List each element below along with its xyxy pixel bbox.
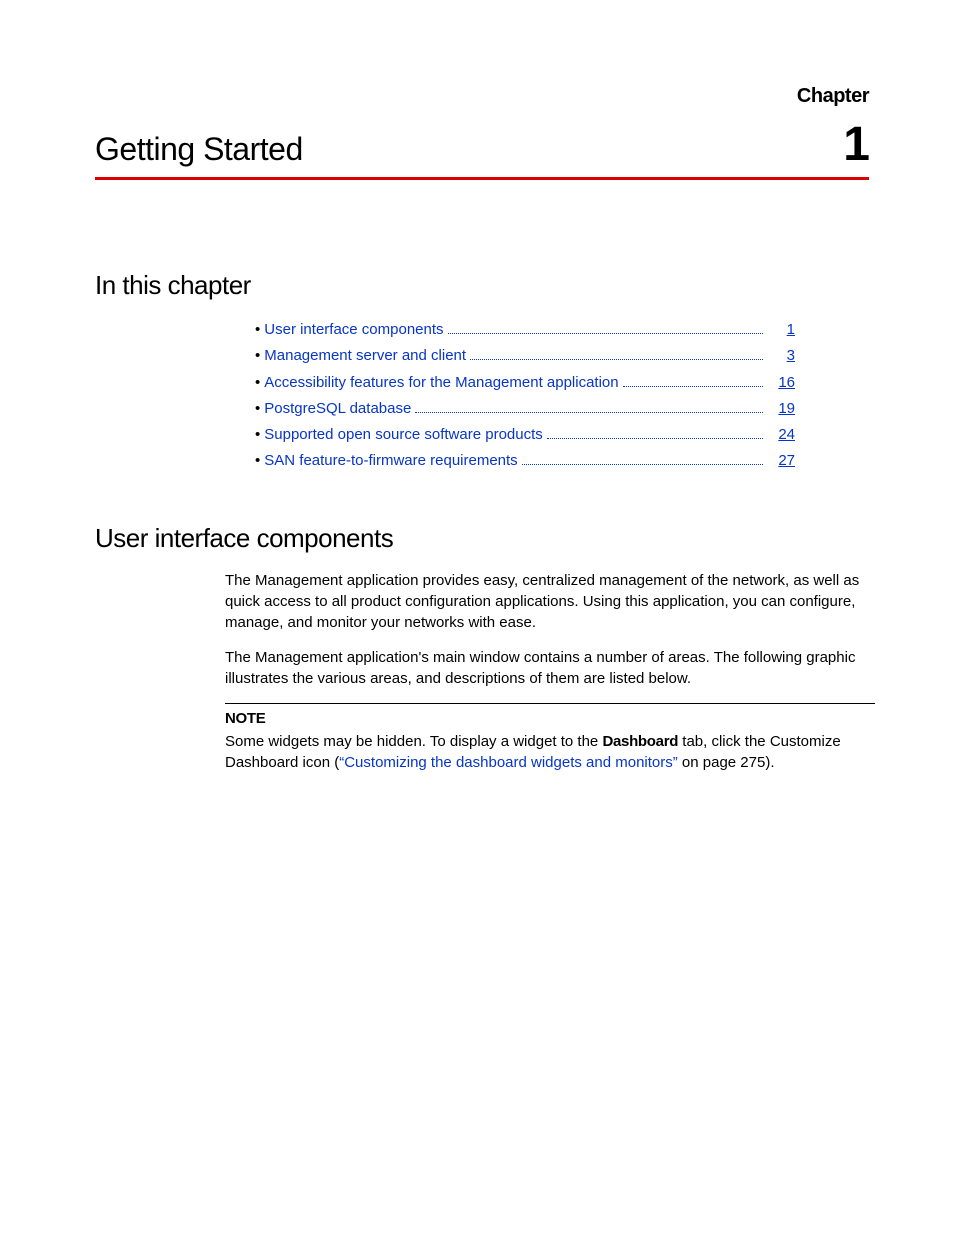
toc-link-ui-components[interactable]: User interface components: [264, 317, 443, 343]
toc-item: • User interface components 1: [255, 317, 795, 343]
xref-customizing-dashboard[interactable]: “Customizing the dashboard widgets and m…: [339, 754, 678, 771]
body-paragraph: The Management application provides easy…: [225, 570, 875, 633]
toc-link-san-firmware[interactable]: SAN feature-to-firmware requirements: [264, 448, 517, 474]
toc-item: • Management server and client 3: [255, 343, 795, 369]
toc-item: • Supported open source software product…: [255, 422, 795, 448]
leader-dots: [415, 412, 763, 413]
bullet-icon: •: [255, 396, 260, 422]
bold-dashboard: Dashboard: [602, 733, 678, 750]
note-text: Some widgets may be hidden. To display a…: [225, 733, 841, 771]
toc-page-number[interactable]: 19: [767, 396, 795, 422]
leader-dots: [547, 438, 763, 439]
toc-heading: In this chapter: [95, 270, 869, 301]
body-paragraph: The Management application's main window…: [225, 647, 875, 689]
chapter-number: 1: [843, 121, 869, 169]
title-rule: [95, 177, 869, 180]
toc-item: • PostgreSQL database 19: [255, 396, 795, 422]
note-block: NOTE Some widgets may be hidden. To disp…: [225, 703, 875, 773]
leader-dots: [470, 359, 763, 360]
toc-item: • Accessibility features for the Managem…: [255, 370, 795, 396]
toc-link-mgmt-server-client[interactable]: Management server and client: [264, 343, 466, 369]
toc-link-accessibility[interactable]: Accessibility features for the Managemen…: [264, 370, 618, 396]
table-of-contents: • User interface components 1 • Manageme…: [255, 317, 795, 475]
bullet-icon: •: [255, 422, 260, 448]
leader-dots: [448, 333, 763, 334]
toc-page-number[interactable]: 1: [767, 317, 795, 343]
toc-page-number[interactable]: 16: [767, 370, 795, 396]
bullet-icon: •: [255, 370, 260, 396]
note-label: NOTE: [225, 708, 875, 729]
bullet-icon: •: [255, 317, 260, 343]
leader-dots: [522, 464, 763, 465]
toc-page-number[interactable]: 24: [767, 422, 795, 448]
chapter-title: Getting Started: [95, 131, 303, 168]
toc-item: • SAN feature-to-firmware requirements 2…: [255, 448, 795, 474]
bullet-icon: •: [255, 343, 260, 369]
toc-link-open-source[interactable]: Supported open source software products: [264, 422, 543, 448]
section-heading-ui-components: User interface components: [95, 523, 869, 554]
leader-dots: [623, 386, 763, 387]
bullet-icon: •: [255, 448, 260, 474]
toc-page-number[interactable]: 3: [767, 343, 795, 369]
toc-link-postgresql[interactable]: PostgreSQL database: [264, 396, 411, 422]
chapter-label: Chapter: [797, 85, 869, 108]
toc-page-number[interactable]: 27: [767, 448, 795, 474]
